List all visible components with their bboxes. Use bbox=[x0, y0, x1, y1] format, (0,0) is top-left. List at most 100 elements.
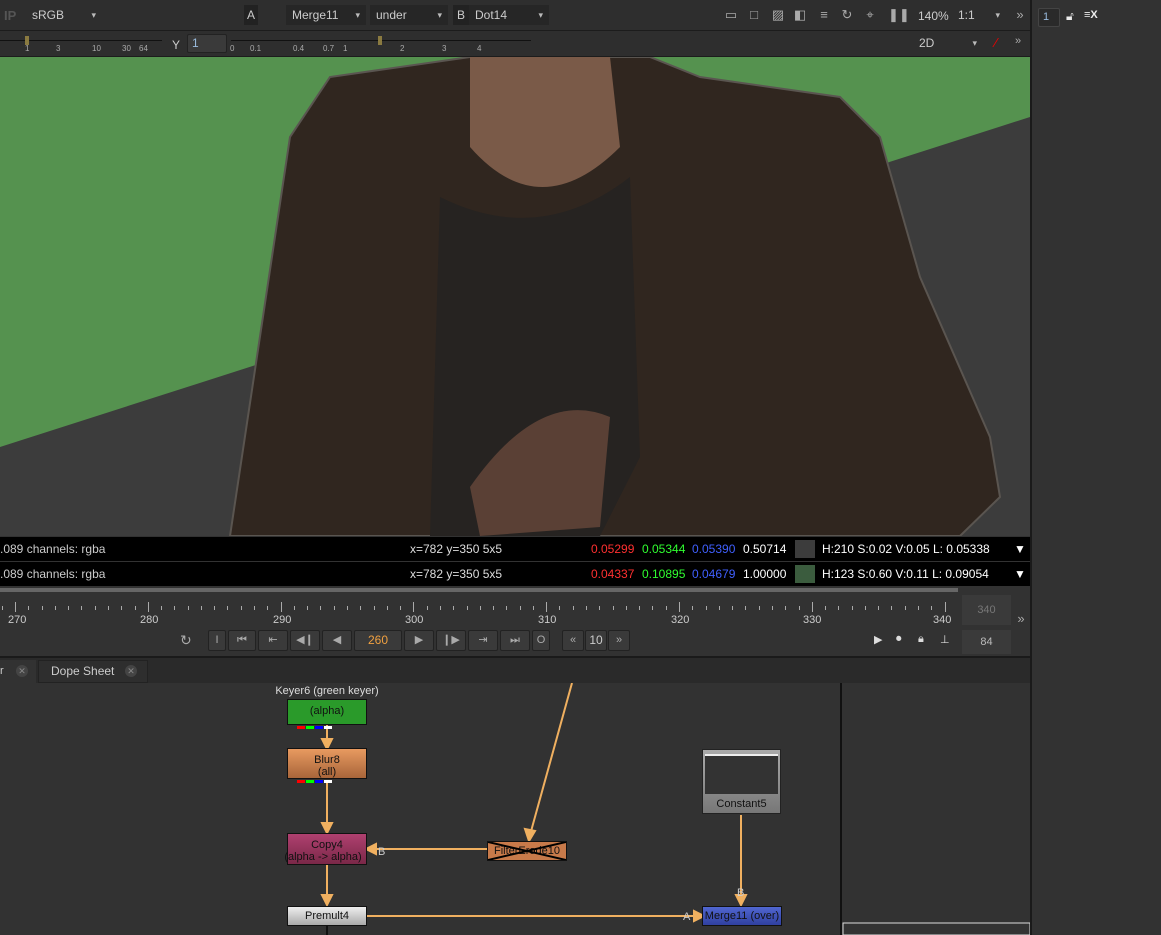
close-icon[interactable]: ✕ bbox=[125, 665, 137, 677]
node-premult[interactable]: Premult4 bbox=[287, 906, 367, 926]
colorspace-dropdown[interactable]: sRGB bbox=[26, 5, 102, 25]
fps-field[interactable]: 84 bbox=[962, 630, 1011, 654]
node-blur[interactable]: Blur8 (all) bbox=[287, 748, 367, 783]
next-keyframe-button[interactable]: ⇥ bbox=[468, 630, 498, 651]
input-a-label: A bbox=[244, 5, 258, 25]
timeline-tick bbox=[718, 606, 720, 610]
zebra-icon[interactable]: ▨ bbox=[771, 8, 785, 22]
overlay-lines-icon[interactable]: ≡ bbox=[817, 8, 831, 22]
pipe-label-b: B bbox=[378, 846, 386, 858]
timeline-tick bbox=[771, 606, 773, 610]
close-icon[interactable]: ✕ bbox=[16, 665, 28, 677]
timeline-tick bbox=[453, 606, 455, 610]
timeline-tick bbox=[798, 606, 800, 610]
safe-area-icon[interactable]: □ bbox=[747, 8, 761, 22]
timeline-tick bbox=[280, 602, 282, 612]
menu-arrow-icon[interactable]: ▼ bbox=[1014, 537, 1026, 561]
end-frame-field[interactable]: 340 bbox=[962, 595, 1011, 625]
timeline-ruler[interactable]: 270 280 290 300 310 320 330 340 bbox=[0, 594, 958, 628]
input-a-dropdown[interactable]: Merge11 bbox=[286, 5, 366, 25]
gamma-slider-handle[interactable] bbox=[378, 36, 382, 45]
timeline-tick bbox=[267, 606, 269, 610]
timeline-scrollbar[interactable] bbox=[0, 588, 958, 592]
timeline-tick bbox=[200, 606, 202, 610]
next-frame-button[interactable]: ❙▶ bbox=[436, 630, 466, 651]
timeline-tick bbox=[147, 602, 149, 612]
record-icon[interactable]: ⏺ bbox=[896, 633, 902, 646]
node-keyer[interactable]: (alpha) bbox=[287, 699, 367, 729]
timeline-tick bbox=[1, 606, 3, 610]
input-b-dropdown[interactable]: Dot14 bbox=[469, 5, 549, 25]
last-frame-button[interactable]: ⏭ bbox=[500, 630, 530, 651]
timeline-tick bbox=[254, 606, 256, 610]
viewer-image[interactable] bbox=[0, 57, 1030, 536]
max-panels-input[interactable]: 1 bbox=[1038, 8, 1060, 27]
tab-node-graph[interactable]: r ✕ bbox=[0, 660, 36, 683]
prev-keyframe-button[interactable]: ⇤ bbox=[258, 630, 288, 651]
loop-mode-icon[interactable]: ↻ bbox=[180, 632, 192, 649]
node-merge[interactable]: Merge11 (over) bbox=[702, 906, 782, 926]
step-back-button[interactable]: « bbox=[562, 630, 584, 651]
play-icon[interactable]: ▶ bbox=[874, 633, 882, 646]
timeline-tick bbox=[546, 602, 548, 612]
timeline-tick bbox=[506, 606, 508, 610]
timeline-tick bbox=[493, 606, 495, 610]
lock-icon[interactable]: 🔒︎ bbox=[918, 633, 924, 646]
ratio-dropdown[interactable]: 1:1 bbox=[952, 5, 1006, 25]
clear-panels-icon[interactable]: ≡X bbox=[1084, 9, 1098, 21]
menu-arrow-icon[interactable]: ▼ bbox=[1014, 562, 1026, 586]
timeline-tick bbox=[705, 606, 707, 610]
ruler-icon[interactable]: ⊥ bbox=[940, 633, 950, 646]
prev-frame-button[interactable]: ◀❙ bbox=[290, 630, 320, 651]
gamma-input[interactable]: 1 bbox=[187, 34, 227, 53]
node-constant[interactable]: Constant5 bbox=[702, 749, 781, 814]
ip-button[interactable]: IP bbox=[4, 8, 16, 23]
timeline-tick bbox=[931, 606, 933, 610]
timeline-tick bbox=[864, 606, 866, 610]
lock-icon[interactable]: 🔓︎ bbox=[1066, 9, 1074, 24]
chevron-down-icon[interactable]: » bbox=[1015, 35, 1021, 47]
timeline-tick bbox=[240, 606, 242, 610]
timeline-tick bbox=[68, 606, 70, 610]
chevron-down-icon[interactable]: » bbox=[1014, 612, 1028, 626]
current-frame-field[interactable]: 260 bbox=[354, 630, 402, 651]
timeline-tick bbox=[732, 606, 734, 610]
timeline-tick bbox=[466, 606, 468, 610]
timeline-tick bbox=[599, 606, 601, 610]
step-size-field[interactable]: 10 bbox=[585, 630, 607, 651]
pause-icon[interactable]: ❚❚ bbox=[888, 8, 910, 22]
timeline-tick bbox=[625, 606, 627, 610]
timeline-tick bbox=[227, 606, 229, 610]
paint-icon[interactable]: ⁄ bbox=[995, 35, 997, 50]
play-forward-button[interactable]: ▶ bbox=[404, 630, 434, 651]
pixel-info-a: .089 channels: rgba x=782 y=350 5x5 0.05… bbox=[0, 537, 1030, 561]
refresh-icon[interactable]: ↻ bbox=[840, 8, 854, 22]
play-backward-button[interactable]: ◀ bbox=[322, 630, 352, 651]
zoom-level[interactable]: 140% bbox=[918, 9, 949, 23]
timeline-tick bbox=[838, 606, 840, 610]
wipe-icon[interactable]: ◧ bbox=[793, 8, 807, 22]
node-graph[interactable]: Keyer6 (green keyer) (alpha) Blur8 (all) … bbox=[0, 683, 1030, 935]
first-frame-button[interactable]: ⏮ bbox=[228, 630, 256, 651]
step-forward-button[interactable]: » bbox=[608, 630, 630, 651]
in-point-button[interactable]: I bbox=[208, 630, 226, 651]
node-filter-erode[interactable]: FilterErode10 bbox=[487, 841, 567, 861]
timeline-tick bbox=[851, 606, 853, 610]
timeline-tick bbox=[559, 606, 561, 610]
timeline-tick bbox=[811, 602, 813, 612]
out-point-button[interactable]: O bbox=[532, 630, 550, 651]
roi-icon[interactable]: ▭ bbox=[724, 8, 738, 22]
composite-mode-dropdown[interactable]: under bbox=[370, 5, 448, 25]
timeline-tick bbox=[586, 606, 588, 610]
chevron-down-icon[interactable]: » bbox=[1013, 8, 1027, 22]
timeline-tick bbox=[665, 606, 667, 610]
timeline-tick bbox=[187, 606, 189, 610]
timeline-tick bbox=[28, 606, 30, 610]
node-copy[interactable]: Copy4 (alpha -> alpha) bbox=[284, 833, 367, 865]
timeline-tick bbox=[891, 606, 893, 610]
tab-dope-sheet[interactable]: Dope Sheet ✕ bbox=[38, 660, 148, 683]
view-mode-dropdown[interactable]: 2D bbox=[913, 33, 983, 53]
timeline-tick bbox=[54, 606, 56, 610]
pixel-info-b: .089 channels: rgba x=782 y=350 5x5 0.04… bbox=[0, 562, 1030, 586]
crosshair-icon[interactable]: ⌖ bbox=[863, 8, 877, 22]
